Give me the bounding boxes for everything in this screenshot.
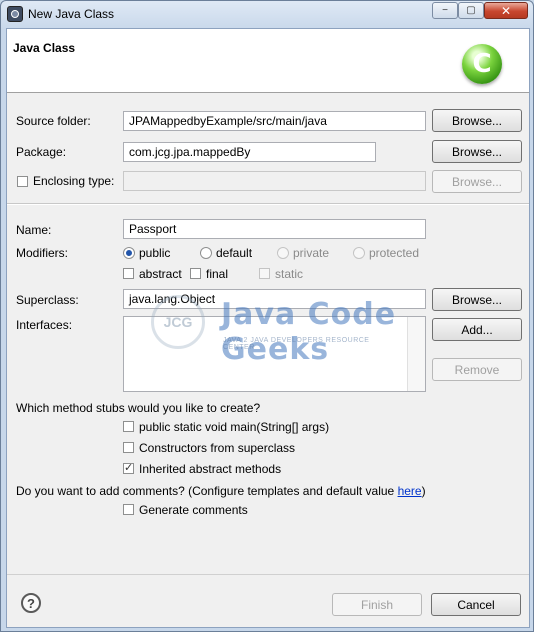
generate-comments-label: Generate comments (139, 503, 248, 517)
package-input[interactable]: com.jcg.jpa.mappedBy (123, 142, 376, 162)
cancel-button[interactable]: Cancel (431, 593, 521, 616)
modifier-default-radio[interactable] (200, 247, 212, 259)
close-button[interactable]: ✕ (484, 2, 528, 19)
superclass-input[interactable]: java.lang.Object (123, 289, 426, 309)
modifier-public-radio[interactable] (123, 247, 135, 259)
modifier-static-label: static (275, 267, 304, 281)
modifiers-label: Modifiers: (16, 246, 69, 260)
source-folder-label: Source folder: (16, 114, 91, 128)
finish-button[interactable]: Finish (332, 593, 422, 616)
modifier-private-radio[interactable] (277, 247, 289, 259)
superclass-browse-button[interactable]: Browse... (432, 288, 522, 311)
modifier-protected-radio[interactable] (353, 247, 365, 259)
stub-constructors-label: Constructors from superclass (139, 441, 296, 455)
wizard-header: Java Class C (7, 29, 529, 93)
stub-inherited-label: Inherited abstract methods (139, 462, 282, 476)
dialog-client-area: Java Class C Source folder: JPAMappedbyE… (6, 28, 530, 628)
interfaces-list-scrollbar[interactable] (407, 317, 425, 391)
stub-main-label: public static void main(String[] args) (139, 420, 330, 434)
dialog-window: New Java Class − ▢ ✕ Java Class C Source… (0, 0, 534, 632)
modifier-abstract-label: abstract (139, 267, 182, 281)
stub-main-checkbox[interactable] (123, 421, 134, 432)
modifier-default-label: default (216, 246, 253, 260)
footer-divider (7, 574, 529, 575)
eclipse-app-icon (7, 6, 23, 22)
modifier-final-label: final (206, 267, 229, 281)
interfaces-remove-button[interactable]: Remove (432, 358, 522, 381)
source-folder-browse-button[interactable]: Browse... (432, 109, 522, 132)
modifier-public-label: public (139, 246, 171, 260)
interfaces-list[interactable] (123, 316, 426, 392)
method-stubs-question: Which method stubs would you like to cre… (16, 401, 261, 415)
name-label: Name: (16, 223, 52, 237)
stub-inherited-checkbox[interactable]: ✓ (123, 463, 134, 474)
maximize-button[interactable]: ▢ (458, 2, 484, 19)
modifier-static-checkbox[interactable] (259, 268, 270, 279)
superclass-label: Superclass: (16, 293, 79, 307)
stub-constructors-checkbox[interactable] (123, 442, 134, 453)
interfaces-label: Interfaces: (16, 318, 73, 332)
modifier-final-checkbox[interactable] (190, 268, 201, 279)
enclosing-type-input[interactable] (123, 171, 426, 191)
modifier-abstract-checkbox[interactable] (123, 268, 134, 279)
help-icon[interactable]: ? (21, 593, 41, 613)
enclosing-type-checkbox[interactable] (17, 176, 28, 187)
package-browse-button[interactable]: Browse... (432, 140, 522, 163)
modifier-private-label: private (293, 246, 330, 260)
package-label: Package: (16, 145, 67, 159)
modifier-protected-label: protected (369, 246, 420, 260)
java-class-logo-icon: C (462, 44, 502, 84)
comments-question-text: Do you want to add comments? (Configure … (16, 484, 398, 498)
interfaces-add-button[interactable]: Add... (432, 318, 522, 341)
title-bar[interactable]: New Java Class − ▢ ✕ (1, 1, 533, 27)
generate-comments-checkbox[interactable] (123, 504, 134, 515)
page-title: Java Class (13, 41, 76, 55)
source-folder-input[interactable]: JPAMappedbyExample/src/main/java (123, 111, 426, 131)
comments-question: Do you want to add comments? (Configure … (16, 484, 426, 498)
configure-templates-link[interactable]: here (398, 484, 422, 498)
enclosing-type-label: Enclosing type: (33, 174, 115, 188)
minimize-button[interactable]: − (432, 2, 458, 19)
window-title: New Java Class (28, 7, 115, 21)
comments-question-end: ) (421, 484, 426, 498)
enclosing-type-browse-button[interactable]: Browse... (432, 170, 522, 193)
section-divider (7, 203, 529, 205)
name-input[interactable]: Passport (123, 219, 426, 239)
